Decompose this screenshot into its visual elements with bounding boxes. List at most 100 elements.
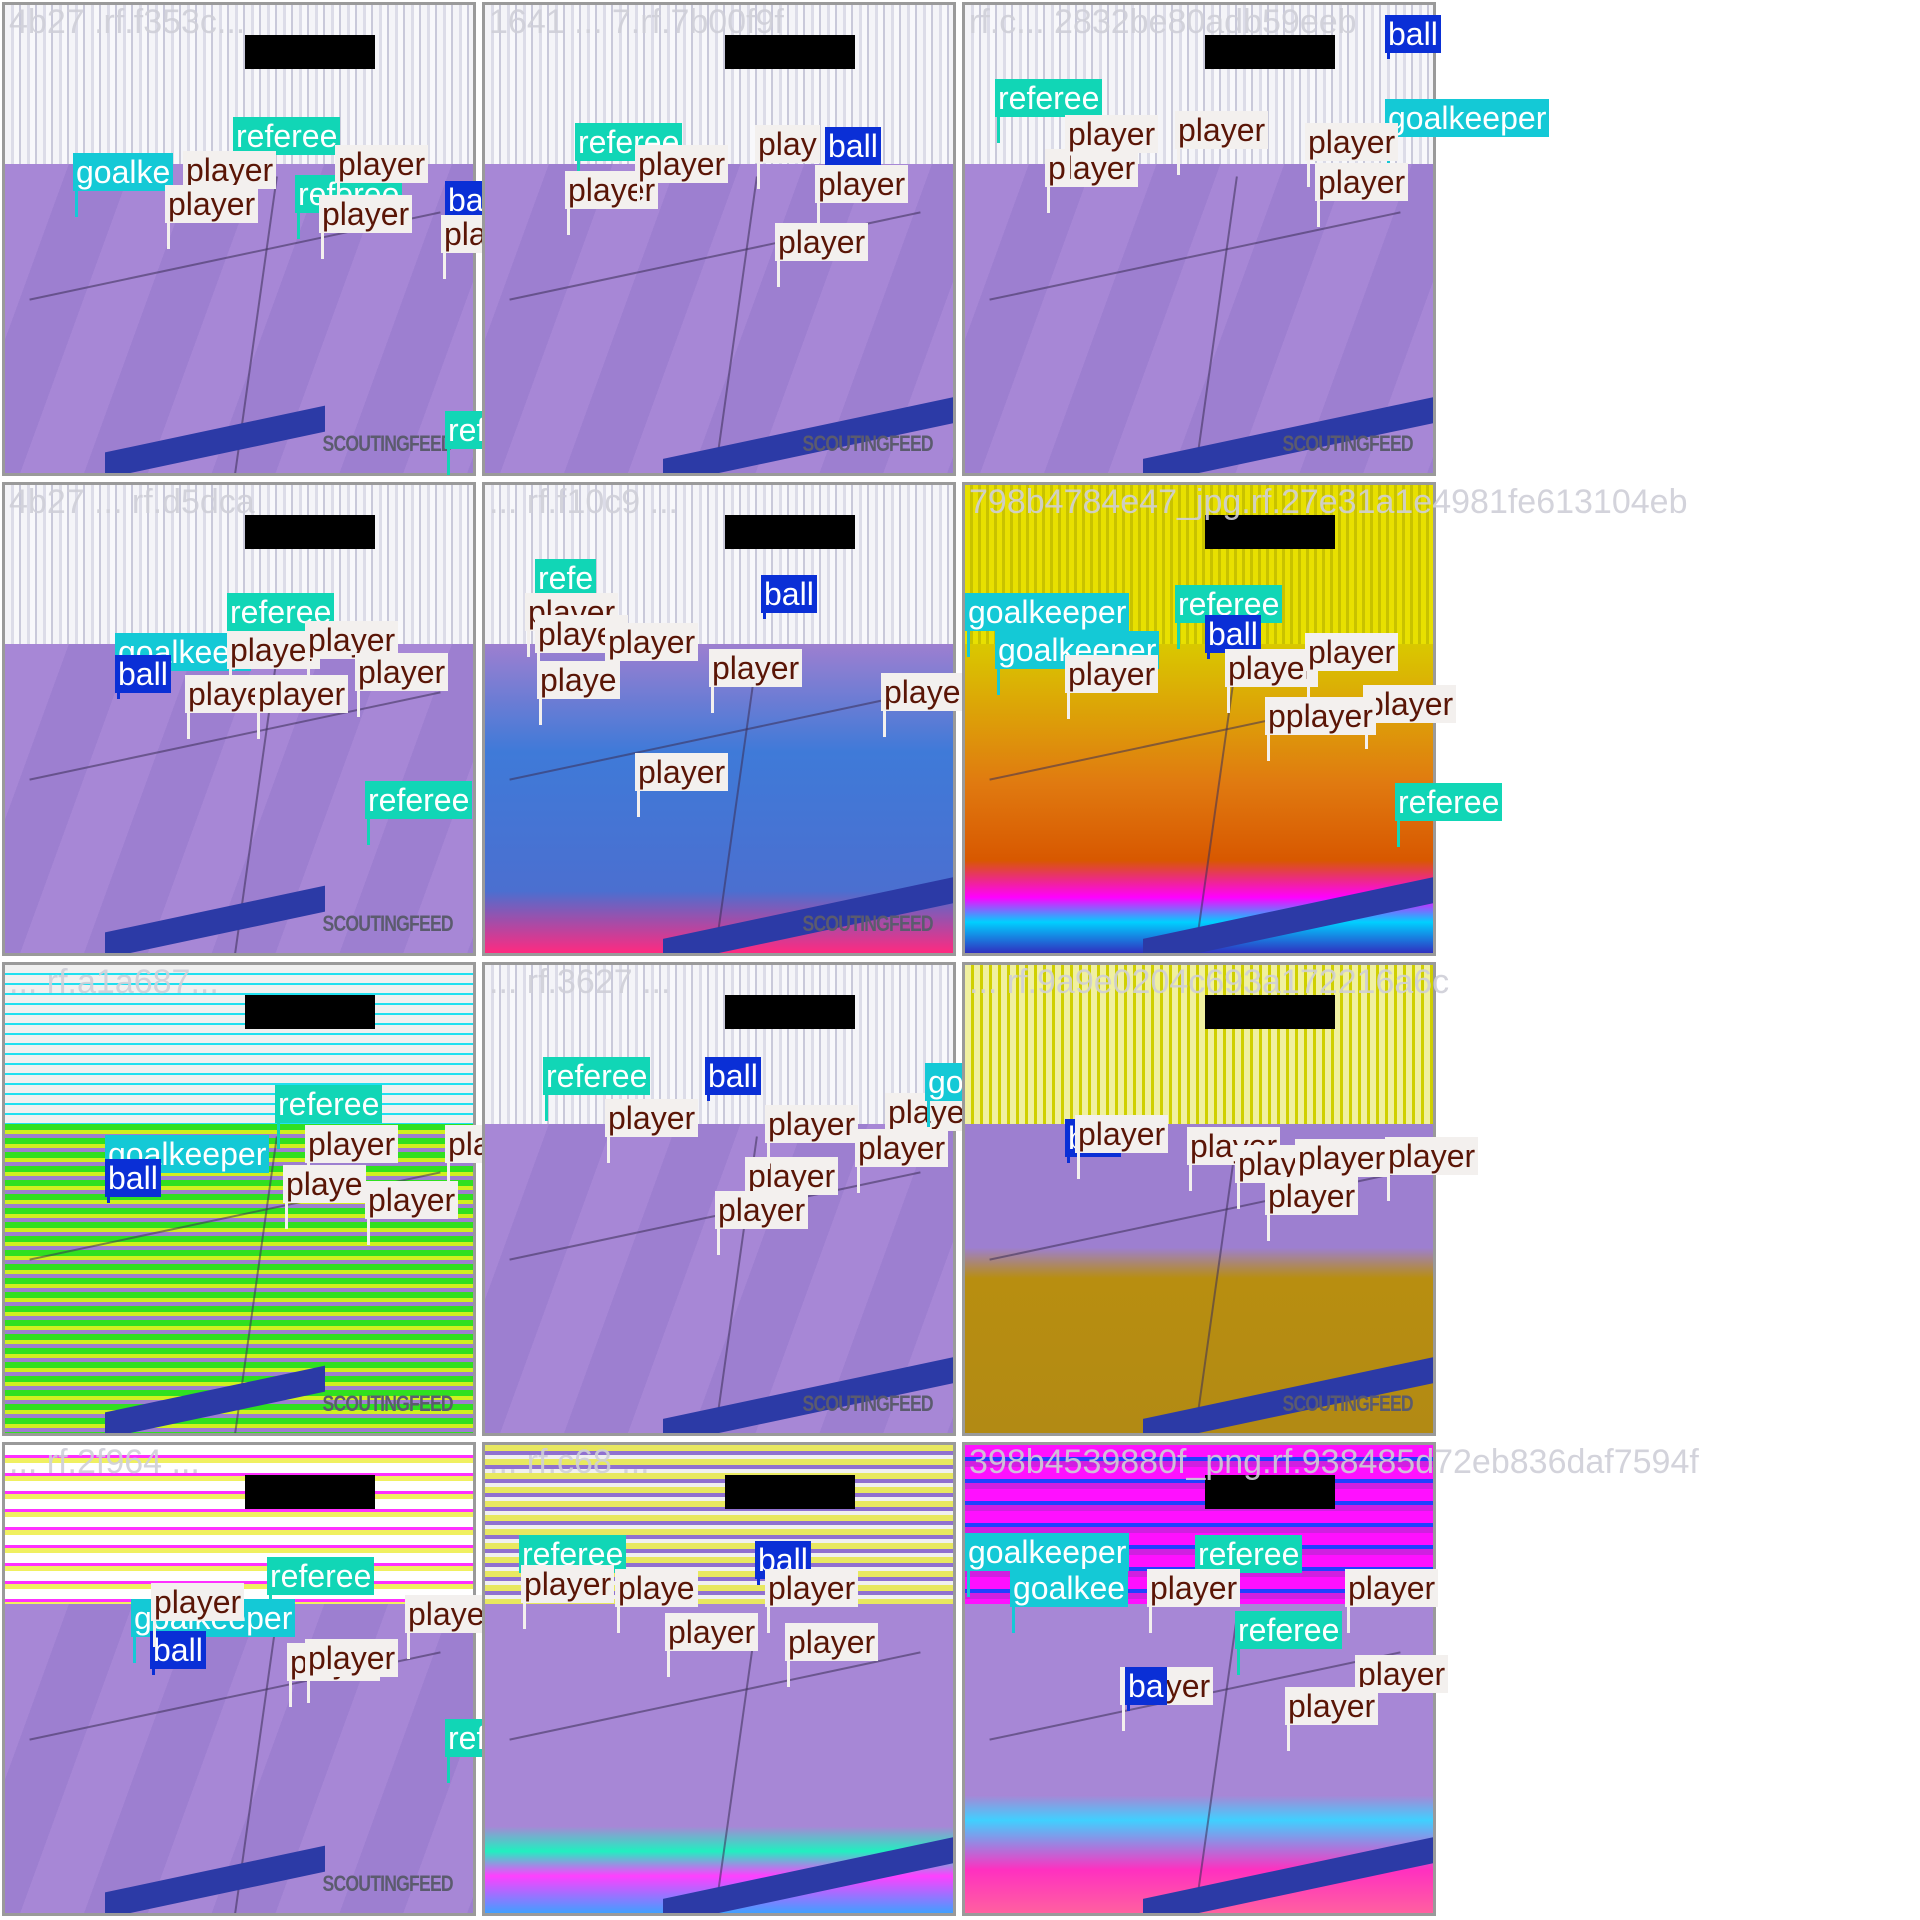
player-label: playe bbox=[615, 1569, 698, 1607]
bbox-edge bbox=[927, 1101, 930, 1127]
stadium-photo: SCOUTINGFEED bbox=[5, 5, 473, 473]
player-label: player bbox=[881, 673, 975, 711]
stadium-photo: SCOUTINGFEED bbox=[965, 5, 1433, 473]
player-label: player bbox=[1363, 685, 1457, 723]
ball-label: ball bbox=[105, 1159, 161, 1197]
player-label: player bbox=[521, 1565, 615, 1603]
bbox-edge bbox=[539, 699, 542, 725]
redaction-box bbox=[1205, 35, 1335, 69]
redaction-box bbox=[245, 995, 375, 1029]
bbox-edge bbox=[523, 1603, 526, 1629]
player-label: player bbox=[815, 165, 909, 203]
bbox-edge bbox=[567, 209, 570, 235]
bbox-edge bbox=[1387, 1175, 1390, 1201]
watermark: SCOUTINGFEED bbox=[802, 911, 934, 936]
player-label: player bbox=[775, 223, 869, 261]
goalkeeper-label: goalkee bbox=[1010, 1569, 1129, 1607]
image-tile: SCOUTINGFEED... rf.f10c9 ... refe player ba… bbox=[482, 482, 975, 956]
watermark: SCOUTINGFEED bbox=[322, 1871, 454, 1896]
bbox-edge bbox=[133, 1637, 136, 1663]
player-label: player bbox=[355, 653, 449, 691]
bbox-edge bbox=[767, 1143, 770, 1169]
bbox-edge bbox=[447, 1757, 450, 1783]
bbox-edge bbox=[545, 1095, 548, 1121]
watermark: SCOUTINGFEED bbox=[322, 431, 454, 456]
player-label: player bbox=[1045, 149, 1139, 187]
bbox-edge bbox=[1077, 1153, 1080, 1179]
bbox-edge bbox=[1267, 1215, 1270, 1241]
ball-label: ball bbox=[825, 127, 881, 165]
player-label: playe bbox=[537, 661, 620, 699]
bbox-edge bbox=[167, 223, 170, 249]
bbox-edge bbox=[285, 1203, 288, 1229]
bbox-edge bbox=[711, 687, 714, 713]
bbox-edge bbox=[1149, 1607, 1152, 1633]
image-tile: SCOUTINGFEED... rf.a1a687... referee goalk… bbox=[2, 962, 539, 1436]
bbox-edge bbox=[443, 253, 446, 279]
stadium-photo: SCOUTINGFEED bbox=[5, 485, 473, 953]
player-label: player bbox=[1075, 1115, 1169, 1153]
redaction-box bbox=[725, 995, 855, 1029]
player-label: pplayer bbox=[1265, 697, 1376, 735]
bbox-edge bbox=[1397, 821, 1400, 847]
bbox-edge bbox=[777, 261, 780, 287]
player-label: player bbox=[1285, 1687, 1379, 1725]
watermark: SCOUTINGFEED bbox=[322, 1391, 454, 1416]
player-label: player bbox=[765, 1105, 859, 1143]
ball-label: ba bbox=[1125, 1667, 1167, 1705]
bbox-edge bbox=[1347, 1607, 1350, 1633]
player-label: player bbox=[855, 1129, 949, 1167]
referee-label: referee bbox=[995, 79, 1103, 117]
player-label: player bbox=[1345, 1569, 1439, 1607]
referee-label: referee bbox=[267, 1557, 375, 1595]
player-label: player bbox=[151, 1583, 245, 1621]
bbox-edge bbox=[707, 1095, 710, 1101]
player-label: player bbox=[365, 1181, 459, 1219]
bbox-edge bbox=[757, 163, 760, 189]
ball-label: ball bbox=[1385, 15, 1441, 53]
bbox-edge bbox=[367, 1219, 370, 1245]
player-label: playe bbox=[283, 1165, 366, 1203]
image-tile: ... rf.c68 ... referee ball player player pla… bbox=[482, 1442, 956, 1916]
player-label: player bbox=[635, 145, 729, 183]
ball-label: ball bbox=[115, 655, 171, 693]
bbox-edge bbox=[857, 1167, 860, 1193]
player-label: player bbox=[255, 675, 349, 713]
player-label: player bbox=[319, 195, 413, 233]
bbox-edge bbox=[407, 1633, 410, 1659]
player-label: player bbox=[665, 1613, 759, 1651]
bbox-edge bbox=[1287, 1725, 1290, 1751]
referee-label: referee bbox=[1395, 783, 1503, 821]
crowd-stands bbox=[965, 965, 1433, 1125]
bbox-edge bbox=[1237, 1649, 1240, 1675]
bbox-edge bbox=[1067, 153, 1070, 179]
redaction-box bbox=[245, 35, 375, 69]
bbox-edge bbox=[357, 691, 360, 717]
stadium-photo: SCOUTINGFEED bbox=[5, 1445, 473, 1913]
player-label: player bbox=[715, 1191, 809, 1229]
player-label: player bbox=[305, 1639, 399, 1677]
bbox-edge bbox=[1012, 1607, 1015, 1633]
image-tile: 798b4784e47_jpg.rf.27e31a1e4981fe613104e… bbox=[962, 482, 1687, 956]
redaction-box bbox=[245, 1475, 375, 1509]
player-label: player bbox=[605, 623, 699, 661]
referee-label: referee bbox=[365, 781, 473, 819]
player-label: player bbox=[1295, 1139, 1389, 1177]
bbox-edge bbox=[1177, 623, 1180, 649]
bbox-edge bbox=[1307, 671, 1310, 697]
bbox-edge bbox=[321, 233, 324, 259]
bbox-edge bbox=[1207, 653, 1210, 659]
player-label: player bbox=[745, 1157, 839, 1195]
bbox-edge bbox=[997, 117, 1000, 143]
player-label: player bbox=[1265, 1177, 1359, 1215]
stadium-photo: SCOUTINGFEED bbox=[485, 5, 953, 473]
goalkeeper-label: goalke bbox=[73, 153, 174, 191]
bbox-edge bbox=[307, 1677, 310, 1703]
player-label: player bbox=[1305, 633, 1399, 671]
bbox-edge bbox=[1227, 687, 1230, 713]
player-label: player bbox=[1065, 115, 1159, 153]
bbox-edge bbox=[1067, 693, 1070, 719]
crowd-stands bbox=[5, 1445, 473, 1605]
bbox-edge bbox=[277, 1123, 280, 1149]
ball-label: ball bbox=[150, 1631, 206, 1669]
